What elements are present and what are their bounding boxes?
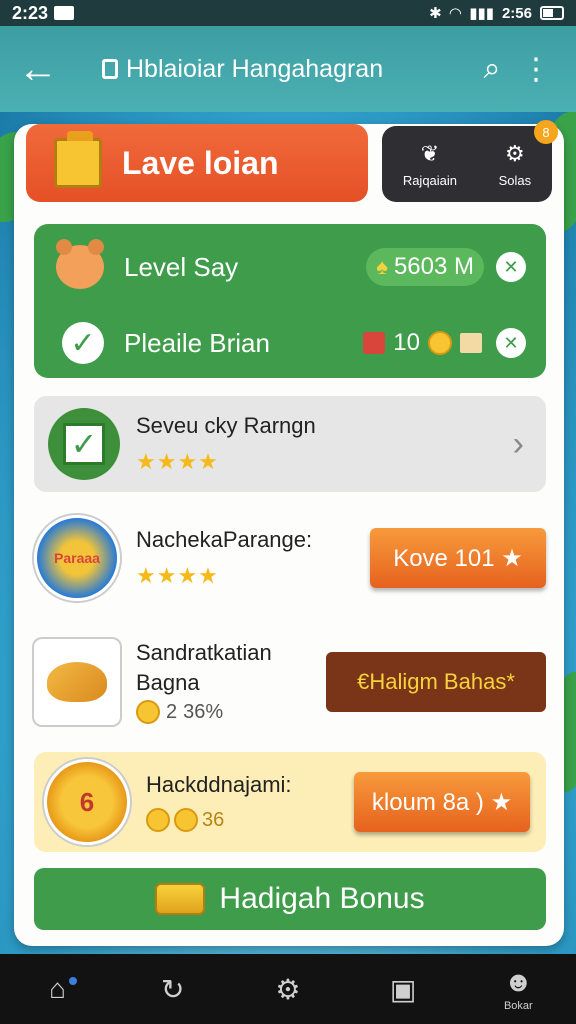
search-icon[interactable]: ⌕ [470,52,514,86]
level-row: Level Say ♠ 5603 M ✕ [34,232,546,302]
app-bar: ← Hblaioiar Hangahagran ⌕ ⋮ [0,26,576,112]
side-item-solas[interactable]: ⚙ Solas [499,141,532,188]
close-icon[interactable]: ✕ [496,252,526,282]
sim-icon [54,6,75,20]
nav-refresh[interactable]: ↻ [138,973,208,1006]
player-count: 10 [393,329,420,356]
page-title: Hblaioiar Hangahagran [62,55,470,84]
entry-subtitle: Bagna [136,670,200,695]
status-icons: ✱ ◠ ▮▮▮ 2:56 [429,4,564,22]
entry-meta: 36 [146,808,292,832]
banner[interactable]: Lave loian [26,124,368,202]
kove-button[interactable]: Kove 101 ★ [370,528,546,588]
signal-icon: ▮▮▮ [469,5,494,22]
entry-title: Seveu cky Rarngn [136,413,316,438]
back-icon[interactable]: ← [18,47,62,92]
game-thumbnail: Paraaa [34,515,120,601]
nav-home[interactable]: ⌂ [23,973,93,1005]
status-bar: 2:23 ✱ ◠ ▮▮▮ 2:56 [0,0,576,26]
bonus-label: Hadigah Bonus [219,882,425,915]
list-item: 6 Hackddnajami: 36 kloum 8a ) ★ [34,752,546,852]
wifi-icon: ◠ [449,5,462,22]
list-item[interactable]: ✓ Seveu cky Rarngn ★★★★ › [34,396,546,492]
page-title-text: Hblaioiar Hangahagran [126,54,384,83]
banner-label: Lave loian [122,144,279,181]
note-icon [460,333,482,353]
coin-icon [136,700,160,724]
more-icon[interactable]: ⋮ [514,52,558,87]
bonus-button[interactable]: Hadigah Bonus [34,868,546,930]
meta-percent: 36% [183,700,224,723]
gift-box-icon [54,131,102,188]
bluetooth-icon: ✱ [429,5,442,22]
notification-dot [68,977,77,985]
level-value: 5603 M [393,253,474,280]
profile-icon: ☻ [503,966,534,997]
list-item: Sandratkatian Bagna 2 36% €Haligm Bahas* [34,632,546,732]
side-panel: ❦ Rajqaiain ⚙ Solas 8 [382,120,558,202]
player-row: ✓ Pleaile Brian 10 ✕ [34,308,546,378]
player-stats: 10 [363,329,482,357]
entry-title: Sandratkatian [136,640,272,665]
haligm-button[interactable]: €Haligm Bahas* [326,652,546,712]
entry-text: Hackddnajami: 36 [146,772,292,832]
main-card: Lave loian ❦ Rajqaiain ⚙ Solas 8 Level S… [14,120,564,946]
home-icon: ⌂ [49,973,67,1004]
coin-thumbnail: 6 [44,759,130,845]
nav-profile-label: Bokar [503,1000,533,1012]
entry-text: Seveu cky Rarngn ★★★★ [136,413,316,475]
entry-meta: 2 36% [136,700,272,724]
signal-text: 2:56 [501,4,532,22]
gift-icon [363,332,386,354]
gear-icon: ⚙ [505,140,525,166]
coin-icon [428,331,452,355]
kloum-button[interactable]: kloum 8a ) ★ [354,772,530,832]
entry-title: Hackddnajami: [146,772,292,797]
level-section: Level Say ♠ 5603 M ✕ ✓ Pleaile Brian 10 … [34,224,546,378]
side-item-label: Solas [498,172,532,188]
chevron-right-icon[interactable]: › [513,425,524,464]
level-value-pill: ♠ 5603 M [366,248,484,286]
coin-icon [174,808,198,832]
meta-prefix: 2 [166,700,178,723]
coin-icon [146,808,170,832]
meta-value: 36 [202,808,225,831]
lock-icon [102,59,118,79]
close-icon[interactable]: ✕ [496,328,526,358]
entry-title: NachekaParange: [136,527,313,552]
gold-bar-icon [155,883,206,915]
side-item-rajqaiain[interactable]: ❦ Rajqaiain [403,141,457,188]
check-icon: ✓ [62,322,104,364]
notification-badge: 8 [534,120,558,144]
nav-profile[interactable]: ☻ Bokar [483,966,553,1012]
bell-icon: ♠ [376,254,388,279]
nav-window[interactable]: ▣ [368,973,438,1006]
bread-thumbnail [34,639,120,725]
rating-stars: ★★★★ [136,563,219,588]
bear-icon [56,239,104,289]
entry-text: NachekaParange: ★★★★ [136,527,312,589]
entry-text: Sandratkatian Bagna 2 36% [136,640,272,724]
check-badge-icon: ✓ [48,408,120,480]
battery-icon [540,6,564,20]
player-label: Pleaile Brian [124,327,270,358]
nav-settings[interactable]: ⚙ [253,973,323,1006]
refresh-icon: ↻ [161,973,185,1005]
leaf-icon: ❦ [420,140,440,166]
level-label: Level Say [124,251,239,282]
rating-stars: ★★★★ [136,449,219,474]
settings-icon: ⚙ [275,973,301,1005]
list-item: Paraaa NachekaParange: ★★★★ Kove 101 ★ [34,510,546,606]
clock: 2:23 [12,3,75,24]
window-icon: ▣ [389,973,417,1005]
side-item-label: Rajqaiain [402,172,458,188]
bottom-nav: ⌂ ↻ ⚙ ▣ ☻ Bokar [0,954,576,1024]
